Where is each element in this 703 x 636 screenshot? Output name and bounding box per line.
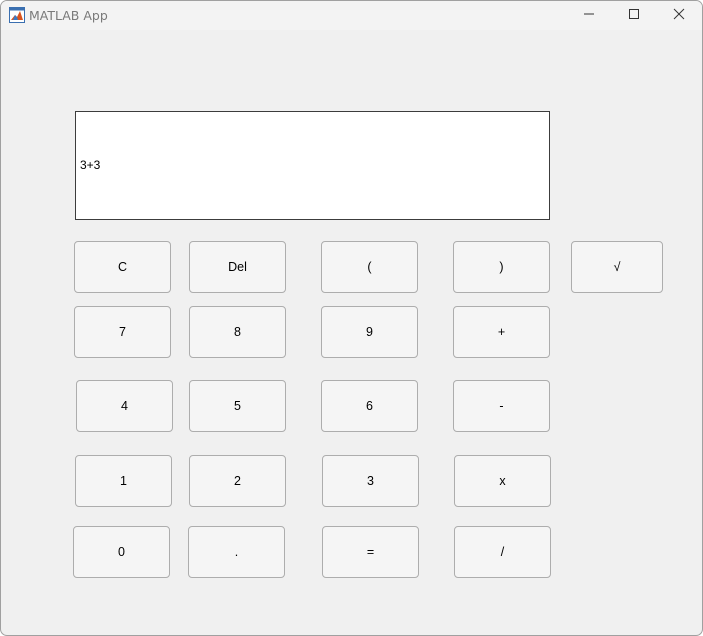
three-button[interactable]: 3 bbox=[322, 455, 419, 507]
expression-text: 3+3 bbox=[80, 158, 101, 172]
eight-button[interactable]: 8 bbox=[189, 306, 286, 358]
window-title: MATLAB App bbox=[29, 8, 108, 23]
six-button[interactable]: 6 bbox=[321, 380, 418, 432]
close-icon bbox=[673, 7, 685, 25]
multiply-button[interactable]: x bbox=[454, 455, 551, 507]
delete-button[interactable]: Del bbox=[189, 241, 286, 293]
minimize-button[interactable] bbox=[566, 1, 612, 30]
minus-button[interactable]: - bbox=[453, 380, 550, 432]
title-bar[interactable]: MATLAB App bbox=[1, 1, 702, 30]
zero-button[interactable]: 0 bbox=[73, 526, 170, 578]
plus-button[interactable]: + bbox=[453, 306, 550, 358]
open-paren-button[interactable]: ( bbox=[321, 241, 418, 293]
matlab-logo-icon bbox=[9, 7, 25, 23]
sqrt-button[interactable]: √ bbox=[571, 241, 663, 293]
close-paren-button[interactable]: ) bbox=[453, 241, 550, 293]
five-button[interactable]: 5 bbox=[189, 380, 286, 432]
app-window: MATLAB App 3+3 C Del () √ 7 8 9 + 4 5 6… bbox=[0, 0, 703, 636]
one-button[interactable]: 1 bbox=[75, 455, 172, 507]
maximize-icon bbox=[628, 7, 640, 25]
four-button[interactable]: 4 bbox=[76, 380, 173, 432]
nine-button[interactable]: 9 bbox=[321, 306, 418, 358]
minimize-icon bbox=[583, 7, 595, 25]
maximize-button[interactable] bbox=[611, 1, 657, 30]
divide-button[interactable]: / bbox=[454, 526, 551, 578]
equals-button[interactable]: = bbox=[322, 526, 419, 578]
seven-button[interactable]: 7 bbox=[74, 306, 171, 358]
two-button[interactable]: 2 bbox=[189, 455, 286, 507]
expression-display[interactable]: 3+3 bbox=[75, 111, 550, 220]
decimal-button[interactable]: . bbox=[188, 526, 285, 578]
close-button[interactable] bbox=[656, 1, 702, 30]
clear-button[interactable]: C bbox=[74, 241, 171, 293]
